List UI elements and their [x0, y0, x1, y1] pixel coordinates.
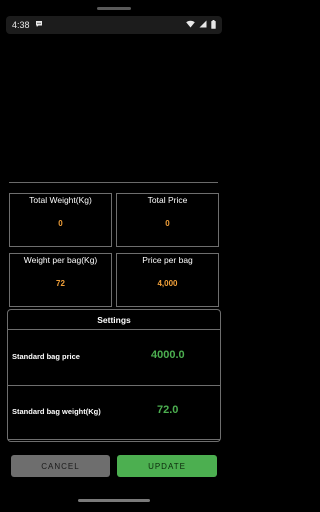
- chat-bubble-icon: [35, 20, 43, 30]
- total-price-label: Total Price: [147, 195, 188, 205]
- settings-divider: [8, 329, 220, 330]
- weight-per-bag-card: Weight per bag(Kg) 72: [9, 253, 112, 307]
- price-per-bag-value: 4,000: [157, 279, 178, 288]
- total-weight-value: 0: [58, 219, 63, 228]
- standard-bag-weight-value[interactable]: 72.0: [157, 404, 178, 416]
- status-time: 4:38: [12, 20, 30, 30]
- total-weight-label: Total Weight(Kg): [29, 195, 92, 205]
- settings-row-divider: [8, 385, 220, 386]
- standard-bag-price-value[interactable]: 4000.0: [151, 349, 185, 361]
- price-per-bag-card: Price per bag 4,000: [116, 253, 219, 307]
- standard-bag-price-label: Standard bag price: [12, 352, 80, 361]
- total-weight-card: Total Weight(Kg) 0: [9, 193, 112, 247]
- gesture-nav-bar[interactable]: [78, 499, 150, 502]
- settings-bottom-divider: [8, 439, 220, 440]
- weight-per-bag-label: Weight per bag(Kg): [23, 255, 98, 265]
- update-button[interactable]: UPDATE: [117, 455, 217, 477]
- drag-handle[interactable]: [97, 7, 131, 10]
- content-divider: [9, 182, 218, 183]
- battery-icon: [211, 19, 216, 31]
- price-per-bag-label: Price per bag: [142, 255, 193, 265]
- weight-per-bag-value: 72: [56, 279, 65, 288]
- app-screen: 4:38 Total Weight(Kg) 0 Total Price 0 We…: [0, 0, 228, 512]
- settings-panel: Settings Standard bag price 4000.0 Stand…: [7, 309, 221, 442]
- standard-bag-weight-label: Standard bag weight(Kg): [12, 407, 101, 416]
- total-price-card: Total Price 0: [116, 193, 219, 247]
- status-bar: 4:38: [6, 16, 222, 34]
- total-price-value: 0: [165, 219, 170, 228]
- cancel-button[interactable]: CANCEL: [11, 455, 110, 477]
- settings-title: Settings: [97, 315, 131, 325]
- signal-icon: [199, 20, 207, 30]
- wifi-icon: [186, 20, 195, 30]
